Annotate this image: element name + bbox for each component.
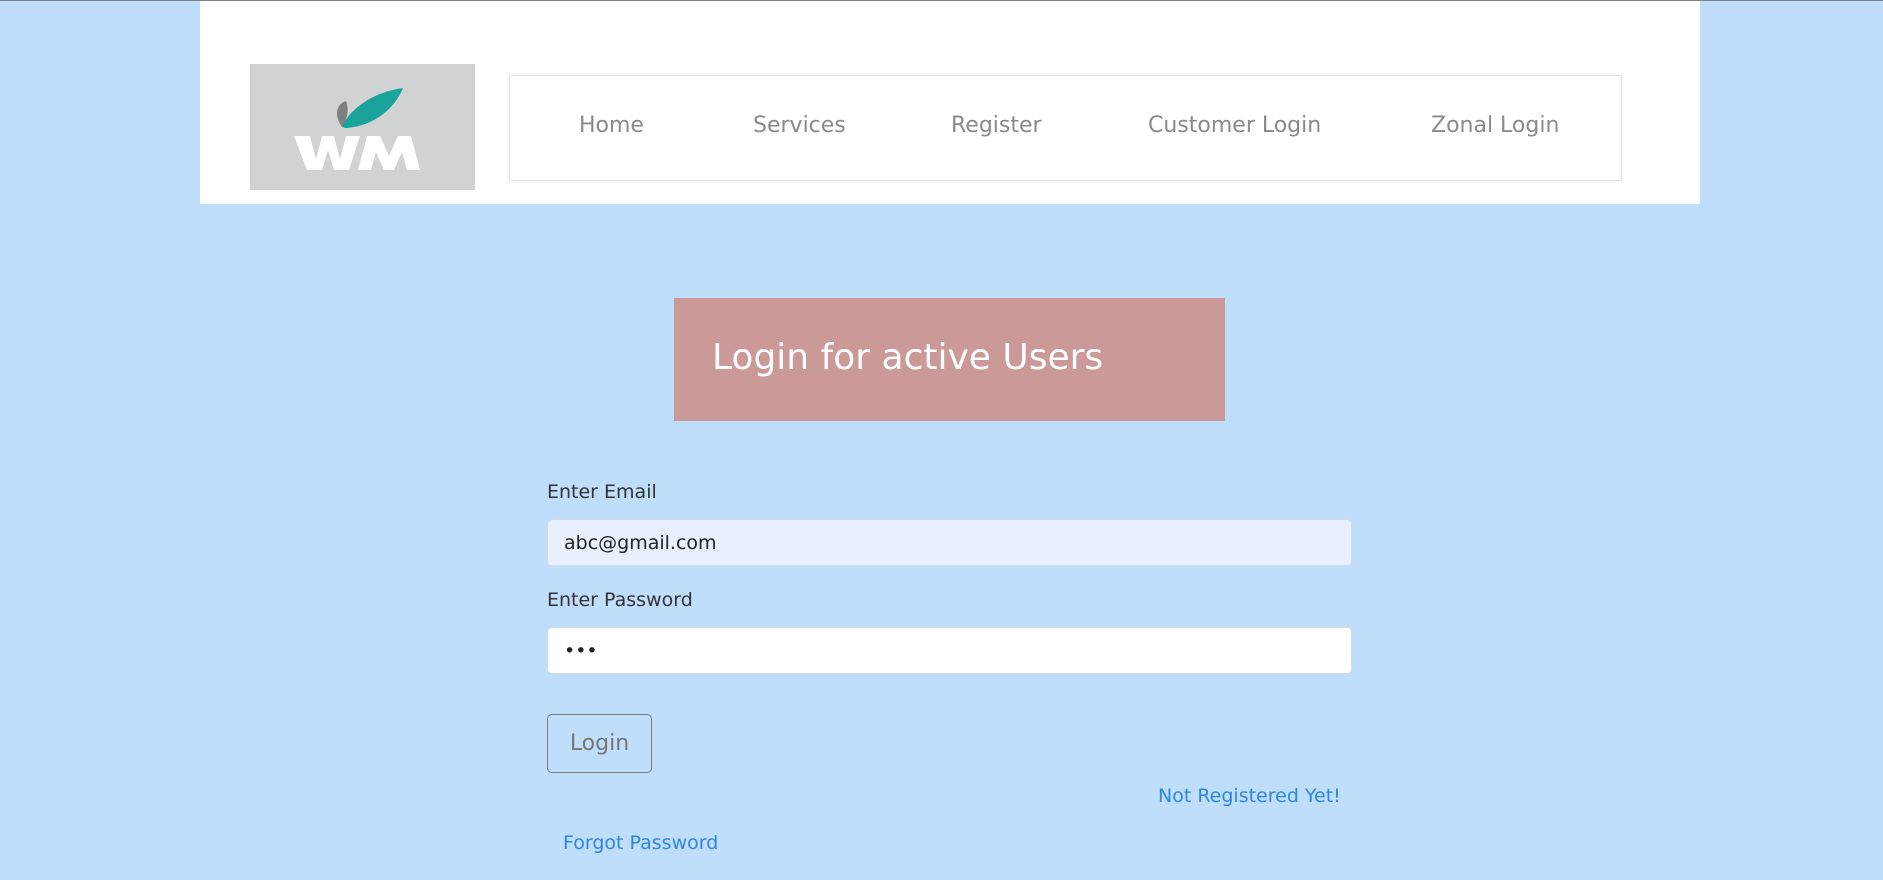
nav-register[interactable]: Register xyxy=(951,111,1042,141)
login-button[interactable]: Login xyxy=(547,714,652,773)
email-label: Enter Email xyxy=(547,481,657,503)
page-title: Login for active Users xyxy=(712,337,1104,378)
main-nav: Home Services Register Customer Login Zo… xyxy=(509,75,1622,181)
site-header: Home Services Register Customer Login Zo… xyxy=(200,1,1700,204)
nav-customer-login[interactable]: Customer Login xyxy=(1148,111,1321,141)
wm-logo-icon xyxy=(294,88,420,170)
nav-services[interactable]: Services xyxy=(753,111,846,141)
email-field[interactable] xyxy=(547,519,1352,566)
forgot-password-link[interactable]: Forgot Password xyxy=(563,832,718,854)
password-label: Enter Password xyxy=(547,589,693,611)
login-banner: Login for active Users xyxy=(674,298,1225,421)
site-logo[interactable] xyxy=(250,64,475,190)
password-field[interactable] xyxy=(547,627,1352,674)
nav-zonal-login[interactable]: Zonal Login xyxy=(1431,111,1559,141)
nav-home[interactable]: Home xyxy=(579,111,644,141)
not-registered-link[interactable]: Not Registered Yet! xyxy=(1158,785,1341,807)
